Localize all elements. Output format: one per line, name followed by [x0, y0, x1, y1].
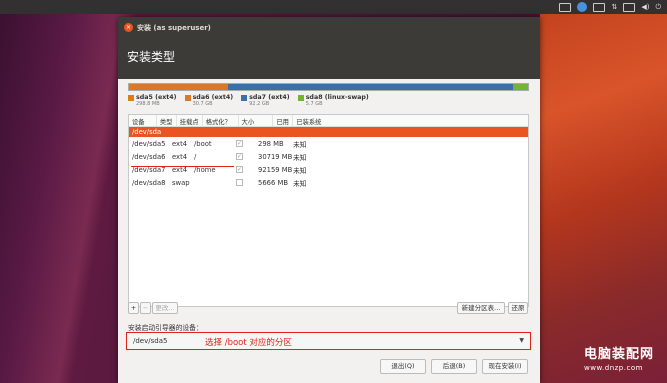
install-now-button[interactable]: 现在安装(I) [482, 359, 528, 374]
type-cell: ext4 [172, 139, 188, 148]
revert-button[interactable]: 还原 [508, 302, 528, 314]
keyboard-icon[interactable] [559, 2, 572, 12]
legend-size: 92.2 GB [249, 101, 270, 107]
table-row[interactable]: /dev/sda5 ext4 /boot ✓ 298 MB 未知 [129, 137, 528, 150]
legend-item: sda5 (ext4) 298.8 MB [128, 94, 177, 107]
legend-item: sda7 (ext4) 92.2 GB [241, 94, 290, 107]
legend-size: 298.8 MB [136, 101, 160, 107]
used-cell: 未知 [293, 179, 307, 188]
column-header-size[interactable]: 大小 [239, 115, 274, 126]
boot-device-value: /dev/sda5 [133, 337, 168, 345]
legend-size: 30.7 GB [192, 101, 213, 107]
format-checkbox[interactable] [236, 179, 243, 186]
partition-segment-sda7 [227, 84, 514, 90]
page-title: 安装类型 [127, 50, 176, 64]
device-cell: /dev/sda6 [132, 152, 166, 161]
watermark-url: www.dnzp.com [584, 364, 643, 372]
used-cell: 未知 [293, 153, 307, 162]
volume-icon[interactable]: ◀) [641, 2, 649, 12]
legend-swatch [241, 95, 248, 101]
partition-table: 设备 类型 挂载点 格式化？ 大小 已用 已装系统 /dev/sda /dev/… [128, 114, 529, 307]
quit-button[interactable]: 退出(Q) [380, 359, 426, 374]
language-icon[interactable] [623, 2, 636, 12]
device-cell: /dev/sda8 [132, 178, 166, 187]
size-cell: 298 MB [258, 139, 284, 148]
boot-device-label: 安装启动引导器的设备： [128, 324, 203, 332]
new-partition-table-button[interactable]: 新建分区表... [457, 302, 505, 314]
remove-partition-button[interactable]: − [140, 302, 151, 314]
used-cell: 未知 [293, 140, 307, 149]
legend-swatch [184, 95, 191, 101]
legend-item: sda6 (ext4) 30.7 GB [184, 94, 234, 107]
table-header: 设备 类型 挂载点 格式化？ 大小 已用 已装系统 [129, 115, 528, 127]
table-row[interactable]: /dev/sda7 ext4 /home ✓ 92159 MB 未知 [129, 163, 528, 176]
mount-cell: /boot [194, 139, 212, 148]
table-row[interactable]: /dev/sda6 ext4 / ✓ 30719 MB 未知 [129, 150, 528, 163]
change-partition-button[interactable]: 更改... [152, 302, 178, 314]
close-icon[interactable]: × [124, 23, 133, 32]
accessibility-icon[interactable] [577, 2, 588, 12]
type-cell: swap [172, 178, 190, 187]
legend-swatch [297, 95, 304, 101]
add-partition-button[interactable]: + [128, 302, 139, 314]
watermark-title: 电脑装配网 [584, 347, 655, 362]
size-cell: 92159 MB [258, 165, 293, 174]
annotation-underline [131, 166, 234, 167]
partition-legend: sda5 (ext4) 298.8 MB sda6 (ext4) 30.7 GB s… [128, 94, 369, 107]
battery-icon[interactable] [593, 2, 606, 12]
format-checkbox[interactable]: ✓ [236, 153, 243, 160]
power-icon[interactable]: ⏻ [655, 2, 661, 12]
size-cell: 30719 MB [258, 152, 293, 161]
disk-label: /dev/sda [132, 128, 162, 136]
partition-segment-sda6 [131, 84, 228, 90]
legend-name: sda7 (ext4) [249, 94, 290, 101]
partition-segment-sda8 [513, 84, 528, 90]
format-checkbox[interactable]: ✓ [236, 140, 243, 147]
type-cell: ext4 [172, 152, 188, 161]
column-header-device[interactable]: 设备 [129, 115, 157, 126]
legend-swatch [128, 95, 134, 101]
device-cell: /dev/sda5 [132, 139, 166, 148]
window-title: 安装 (as superuser) [137, 24, 211, 32]
column-header-mount[interactable]: 挂载点 [177, 115, 203, 126]
legend-name: sda8 (linux-swap) [305, 94, 369, 101]
installer-window: × 安装 (as superuser) 安装类型 sda5 (ext4) 298.… [118, 17, 540, 383]
desktop-wallpaper [540, 14, 667, 383]
annotation-text: 选择 /boot 对应的分区 [205, 338, 292, 348]
mount-cell: / [194, 152, 197, 161]
table-row[interactable]: /dev/sda8 swap 5666 MB 未知 [129, 176, 528, 189]
format-checkbox[interactable]: ✓ [236, 166, 243, 173]
column-header-format[interactable]: 格式化？ [203, 115, 239, 126]
legend-size: 5.7 GB [305, 101, 323, 107]
partition-toolbar: + − 更改... 新建分区表... 还原 [128, 300, 529, 316]
back-button[interactable]: 后退(B) [431, 359, 477, 374]
legend-name: sda6 (ext4) [192, 94, 234, 101]
top-panel: ⇅ ◀) ⏻ [0, 0, 667, 14]
table-row-disk[interactable]: /dev/sda [129, 127, 528, 137]
column-header-used[interactable]: 已用 [273, 115, 294, 126]
partition-bar [128, 83, 529, 91]
system-tray: ⇅ ◀) ⏻ [559, 2, 661, 12]
boot-device-select[interactable]: /dev/sda5 选择 /boot 对应的分区 ▼ [126, 332, 531, 350]
legend-item: sda8 (linux-swap) 5.7 GB [297, 94, 369, 107]
legend-name: sda5 (ext4) [136, 94, 177, 101]
column-header-type[interactable]: 类型 [157, 115, 177, 126]
size-cell: 5666 MB [258, 178, 288, 187]
column-header-system[interactable]: 已装系统 [293, 115, 528, 126]
used-cell: 未知 [293, 166, 307, 175]
network-icon[interactable]: ⇅ [611, 2, 617, 12]
chevron-down-icon: ▼ [519, 337, 524, 344]
watermark: 电脑装配网 www.dnzp.com [584, 343, 654, 372]
title-bar: × 安装 (as superuser) 安装类型 [118, 17, 540, 79]
